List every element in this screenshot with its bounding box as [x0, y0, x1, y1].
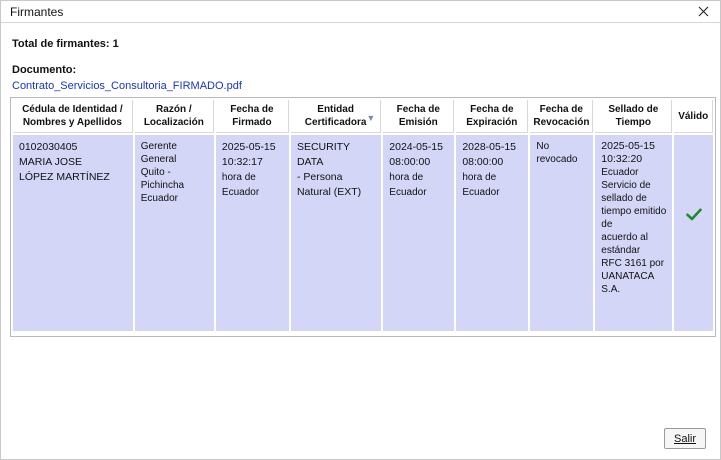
cell-reason: Gerente General Quito - Pichincha Ecuado…	[134, 135, 214, 331]
cell-identity: 0102030405 MARIA JOSE LÓPEZ MARTÍNEZ	[13, 135, 133, 331]
column-header-authority[interactable]: Entidad Certificadora ▼	[290, 100, 382, 133]
column-header-signed-date[interactable]: Fecha de Firmado	[215, 100, 289, 133]
cell-expiry-date: 2028-05-15 08:00:00 hora de Ecuador	[456, 135, 529, 331]
title-bar: Firmantes	[1, 1, 720, 23]
exit-button[interactable]: Salir	[664, 428, 706, 449]
cell-authority: SECURITY DATA - Persona Natural (EXT)	[290, 135, 382, 331]
column-header-timestamp[interactable]: Sellado de Tiempo	[595, 100, 673, 133]
column-header-reason[interactable]: Razón / Localización	[134, 100, 214, 133]
document-link[interactable]: Contrato_Servicios_Consultoria_FIRMADO.p…	[12, 80, 242, 92]
total-signers-label: Total de firmantes: 1	[12, 38, 119, 50]
cell-signed-date: 2025-05-15 10:32:17 hora de Ecuador	[215, 135, 289, 331]
firmantes-dialog: Firmantes Total de firmantes: 1 Document…	[0, 0, 721, 460]
column-header-revocation[interactable]: Fecha de Revocación	[530, 100, 594, 133]
column-header-issue-date[interactable]: Fecha de Emisión	[383, 100, 455, 133]
close-button[interactable]	[694, 3, 712, 21]
close-icon	[698, 6, 708, 17]
signers-table: Cédula de Identidad / Nombres y Apellidos…	[11, 98, 715, 333]
summary-section: Total de firmantes: 1 Documento: Contrat…	[12, 36, 709, 94]
cell-valid	[674, 135, 713, 331]
dialog-title: Firmantes	[10, 4, 64, 19]
exit-button-label: Salir	[673, 432, 696, 445]
column-header-expiry-date[interactable]: Fecha de Expiración	[456, 100, 529, 133]
cell-timestamp: 2025-05-15 10:32:20 Ecuador Servicio de …	[595, 135, 673, 331]
column-header-valid[interactable]: Válido	[674, 100, 713, 133]
sort-descending-icon: ▼	[366, 113, 376, 123]
table-header-row: Cédula de Identidad / Nombres y Apellidos…	[13, 100, 713, 133]
table-row[interactable]: 0102030405 MARIA JOSE LÓPEZ MARTÍNEZ Ger…	[13, 135, 713, 331]
signers-table-container: Cédula de Identidad / Nombres y Apellidos…	[10, 97, 716, 337]
column-header-identity[interactable]: Cédula de Identidad / Nombres y Apellidos	[13, 100, 133, 133]
cell-revocation: No revocado	[530, 135, 594, 331]
checkmark-icon	[685, 208, 702, 221]
cell-issue-date: 2024-05-15 08:00:00 hora de Ecuador	[383, 135, 455, 331]
document-label: Documento:	[12, 64, 77, 76]
